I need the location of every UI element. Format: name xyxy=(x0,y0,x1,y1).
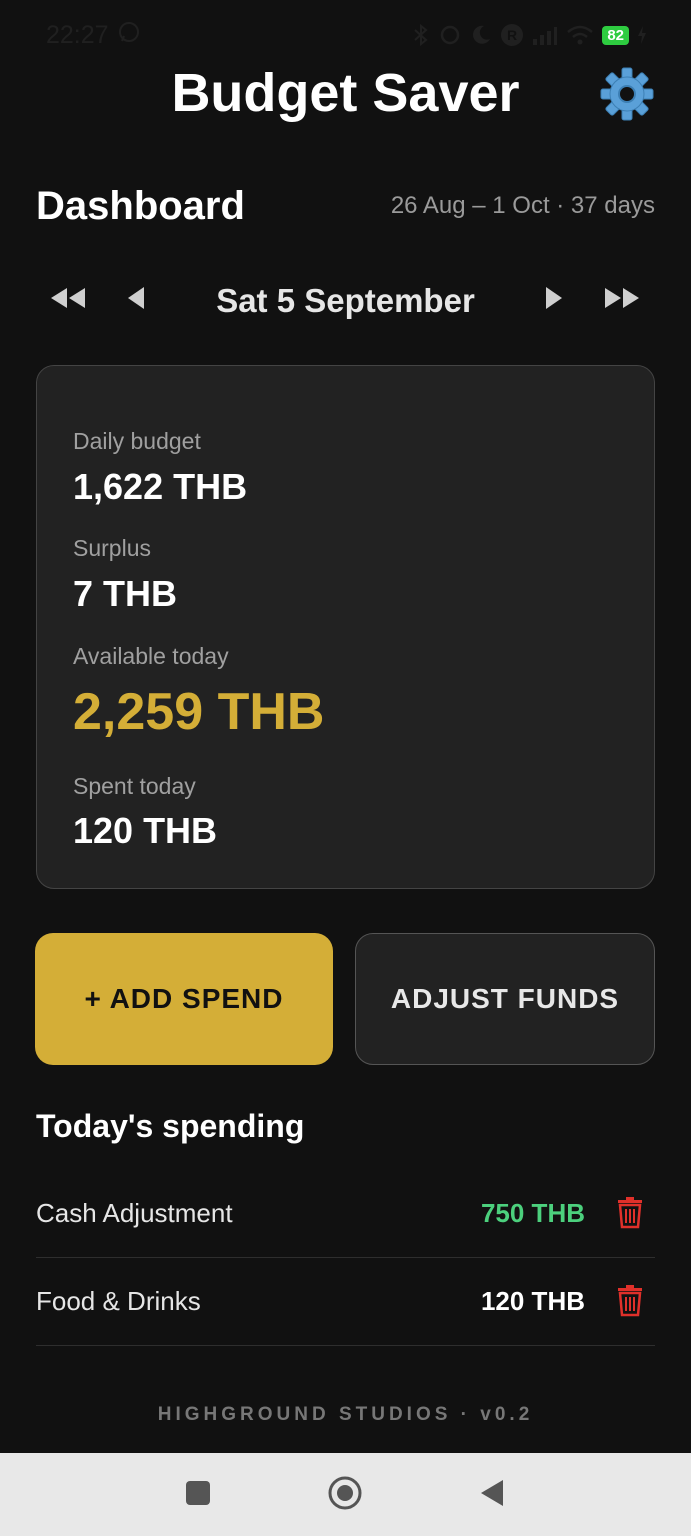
moon-icon xyxy=(470,24,492,46)
todays-spending-title: Today's spending xyxy=(36,1108,305,1144)
delete-spend-button[interactable] xyxy=(613,1282,647,1322)
trash-icon xyxy=(616,1195,644,1234)
status-left: 22:27 xyxy=(46,20,141,51)
home-button[interactable] xyxy=(325,1475,365,1515)
daily-budget-value: 1,622 THB xyxy=(73,466,248,507)
app-screen: 22:27 R 82 Budget Saver Dashboard 26 Aug… xyxy=(0,0,691,1536)
bluetooth-icon xyxy=(412,23,430,47)
status-bar: 22:27 R 82 xyxy=(0,0,691,70)
system-navigation-bar xyxy=(0,1453,691,1536)
r-icon: R xyxy=(500,23,524,47)
signal-icon xyxy=(532,24,558,46)
spent-today-label: Spent today xyxy=(73,773,196,799)
daily-budget-label: Daily budget xyxy=(73,428,201,454)
trash-icon xyxy=(616,1283,644,1322)
battery-indicator: 82 xyxy=(602,25,629,45)
charging-icon xyxy=(637,25,647,45)
surplus-value: 7 THB xyxy=(73,573,178,614)
wifi-icon xyxy=(566,24,594,46)
link-icon xyxy=(438,23,462,47)
footer-credit: HIGHGROUND STUDIOS · v0.2 xyxy=(157,1404,534,1425)
back-triangle-icon xyxy=(479,1478,505,1513)
gear-icon xyxy=(600,67,654,126)
svg-text:R: R xyxy=(507,27,517,43)
next-day-button[interactable] xyxy=(526,270,582,330)
app-title: Budget Saver xyxy=(171,63,520,123)
double-chevron-right-icon xyxy=(603,286,641,315)
recents-button[interactable] xyxy=(178,1475,218,1515)
spend-item-name: Food & Drinks xyxy=(36,1286,201,1316)
date-range: 26 Aug – 1 Oct · 37 days xyxy=(390,192,655,219)
whatsapp-icon xyxy=(117,20,141,51)
spend-item-name: Cash Adjustment xyxy=(36,1198,233,1228)
add-spend-button[interactable]: + ADD SPEND xyxy=(35,933,333,1065)
status-right: R 82 xyxy=(412,23,647,47)
spending-list-item: Food & Drinks 120 THB xyxy=(36,1258,655,1346)
back-button[interactable] xyxy=(472,1475,512,1515)
status-time: 22:27 xyxy=(46,20,109,49)
budget-summary-card: Daily budget 1,622 THB Surplus 7 THB Ava… xyxy=(36,365,655,889)
date-navigation: Sat 5 September xyxy=(0,270,691,330)
spending-list-item: Cash Adjustment 750 THB xyxy=(36,1170,655,1258)
home-circle-icon xyxy=(327,1475,363,1516)
spend-item-amount: 120 THB xyxy=(480,1286,585,1316)
delete-spend-button[interactable] xyxy=(613,1194,647,1234)
spend-item-amount: 750 THB xyxy=(480,1198,585,1228)
surplus-label: Surplus xyxy=(73,535,151,561)
settings-button[interactable] xyxy=(598,67,656,125)
current-date: Sat 5 September xyxy=(216,282,475,319)
square-icon xyxy=(185,1480,211,1511)
available-today-value: 2,259 THB xyxy=(73,683,325,741)
next-week-button[interactable] xyxy=(594,270,650,330)
spent-today-value: 120 THB xyxy=(73,810,218,851)
chevron-right-icon xyxy=(544,285,564,316)
dashboard-title: Dashboard xyxy=(36,184,245,228)
available-today-label: Available today xyxy=(73,643,229,669)
adjust-funds-button[interactable]: ADJUST FUNDS xyxy=(355,933,655,1065)
